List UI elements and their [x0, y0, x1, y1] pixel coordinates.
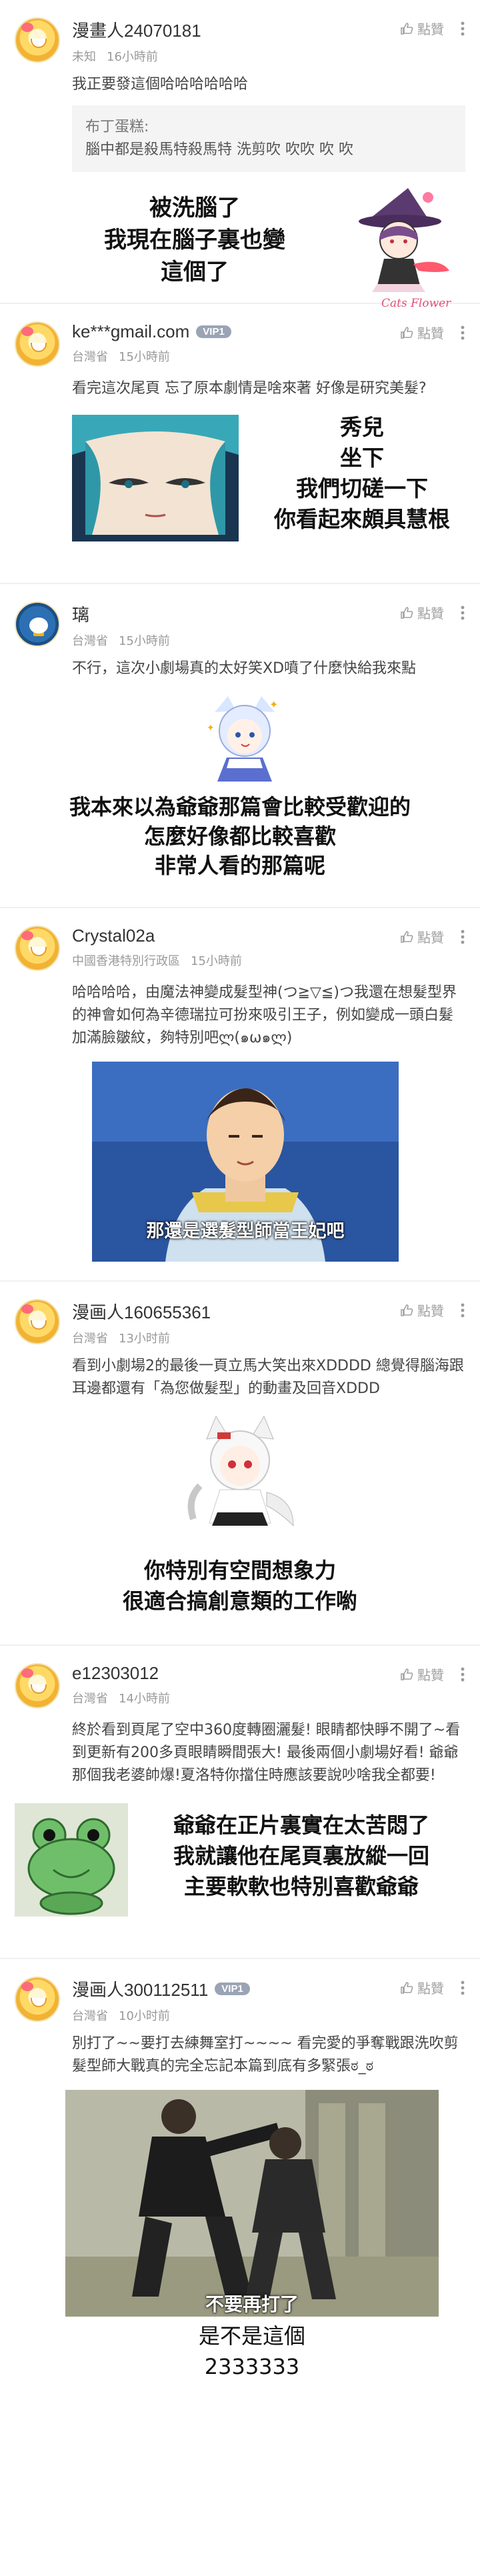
username[interactable]: e12303012	[72, 1663, 159, 1684]
timestamp: 14小時前	[119, 1692, 170, 1706]
svg-text:✦: ✦	[207, 723, 215, 734]
meme-image[interactable]: ✦ ✦ 我本來以為爺爺那篇會比較受歡迎的 怎麼好像都比較喜歡 非常人看的那篇呢	[15, 692, 465, 886]
more-options-icon[interactable]	[460, 325, 465, 340]
like-label: 點贊	[417, 21, 444, 37]
user-avatar[interactable]	[15, 1977, 60, 2022]
timestamp: 16小時前	[107, 50, 158, 64]
user-avatar[interactable]	[15, 321, 60, 367]
like-label: 點贊	[417, 1303, 444, 1319]
meme-caption: 你特別有空間想象力 很適合搞創意類的工作喲	[122, 1558, 357, 1614]
user-avatar[interactable]	[15, 601, 60, 647]
meme-image[interactable]: 被洗腦了 我現在腦子裏也變 這個了 Cats Flower	[15, 184, 465, 311]
meme-subtitle: 不要再打了	[205, 2293, 299, 2315]
comment-item: Crystal02a 中國香港特別行政區 15小時前 點贊 哈哈哈哈，由魔法神變成…	[0, 908, 480, 1282]
timestamp: 15小時前	[191, 954, 242, 968]
more-options-icon[interactable]	[460, 1303, 465, 1318]
thumbs-up-icon	[401, 1668, 413, 1680]
thumbs-up-icon	[401, 930, 413, 943]
like-label: 點贊	[417, 1667, 444, 1683]
timestamp: 13小时前	[119, 1332, 170, 1346]
user-avatar[interactable]	[15, 1663, 60, 1708]
like-button[interactable]: 點贊	[400, 19, 444, 38]
username[interactable]: Crystal02a	[72, 926, 155, 946]
witch-girl-sticker: Cats Flower	[359, 188, 451, 310]
timestamp: 15小時前	[119, 634, 170, 648]
more-options-icon[interactable]	[460, 1667, 465, 1682]
more-options-icon[interactable]	[460, 930, 465, 944]
thumbs-up-icon	[401, 1304, 413, 1316]
meme-image[interactable]: 你特別有空間想象力 很適合搞創意類的工作喲	[15, 1412, 465, 1632]
meme-image[interactable]: 不要再打了 是不是這個 2333333	[65, 2090, 439, 2403]
meme-caption: 秀兒 坐下 我們切磋一下 你看起來頗具慧根	[274, 414, 450, 532]
meme-caption: 被洗腦了 我現在腦子裏也變 這個了	[104, 195, 285, 285]
comment-item: 漫画人300112511 VIP1 台灣省 10小时前 點贊 別打了~~要打去練舞室…	[0, 1959, 480, 2426]
meme-caption: 是不是這個 2333333	[198, 2323, 305, 2379]
thumbs-up-icon	[401, 22, 413, 35]
comment-text: 看完這次尾頁 忘了原本劇情是啥來著 好像是研究美髮?	[72, 380, 427, 397]
username[interactable]: ke***gmail.com	[72, 321, 189, 342]
meme-caption: 我本來以為爺爺那篇會比較受歡迎的 怎麼好像都比較喜歡 非常人看的那篇呢	[69, 794, 411, 878]
svg-text:✦: ✦	[269, 698, 278, 711]
quoted-reply: 布丁蛋糕: 腦中都是殺馬特殺馬特 洗剪吹 吹吹 吹 吹	[72, 105, 465, 172]
quote-text: 腦中都是殺馬特殺馬特 洗剪吹 吹吹 吹 吹	[85, 141, 353, 158]
comment-text: 別打了~~要打去練舞室打~~~~ 看完愛的爭奪戰跟洗吹剪髮型師大戰真的完全忘記本…	[72, 2035, 459, 2075]
quote-author: 布丁蛋糕:	[85, 119, 149, 135]
comment-text: 終於看到頁尾了空中360度轉圈灑髮! 眼睛都快睜不開了~看到更新有200多頁眼睛…	[72, 1722, 461, 1784]
username[interactable]: 璃	[72, 601, 89, 626]
comment-text: 看到小劇場2的最後一頁立馬大笑出來XDDDD 總覺得腦海跟耳邊都還有「為您做髮型…	[72, 1358, 464, 1397]
username[interactable]: 漫畫人24070181	[72, 17, 201, 42]
like-label: 點贊	[417, 1981, 444, 1997]
timestamp: 15小時前	[119, 350, 170, 364]
thumbs-up-icon	[401, 1981, 413, 1994]
fighting-men-photo	[65, 2090, 439, 2317]
like-button[interactable]: 點贊	[400, 927, 444, 946]
location: 台灣省	[72, 634, 108, 648]
thumbs-up-icon	[401, 326, 413, 339]
more-options-icon[interactable]	[460, 21, 465, 36]
meme-image[interactable]: 秀兒 坐下 我們切磋一下 你看起來頗具慧根	[15, 412, 465, 545]
vip-badge: VIP1	[196, 325, 231, 338]
username[interactable]: 漫画人160655361	[72, 1299, 211, 1324]
like-button[interactable]: 點贊	[400, 1300, 444, 1320]
location: 台灣省	[72, 1332, 108, 1346]
timestamp: 10小时前	[119, 2009, 170, 2023]
location: 台灣省	[72, 2009, 108, 2023]
like-label: 點贊	[417, 605, 444, 621]
location: 台灣省	[72, 350, 108, 364]
like-button[interactable]: 點贊	[400, 603, 444, 622]
user-avatar[interactable]	[15, 17, 60, 63]
comment-item: ke***gmail.com VIP1 台灣省 15小時前 點贊 看完這次尾頁 忘了…	[0, 304, 480, 584]
like-button[interactable]: 點贊	[400, 323, 444, 342]
meme-image[interactable]: 爺爺在正片裏實在太苦悶了 我就讓他在尾頁裏放縱一回 主要軟軟也特別喜歡爺爺	[15, 1799, 465, 1919]
meme-caption: 爺爺在正片裏實在太苦悶了 我就讓他在尾頁裏放縱一回 主要軟軟也特別喜歡爺爺	[173, 1812, 429, 1899]
meme-caption: 那還是選髮型師當王妃吧	[146, 1221, 345, 1242]
like-button[interactable]: 點贊	[400, 1978, 444, 1997]
wolf-girl-sticker	[187, 1415, 294, 1527]
more-options-icon[interactable]	[460, 605, 465, 620]
location: 未知	[72, 50, 96, 64]
user-avatar[interactable]	[15, 926, 60, 971]
comment-feed: 漫畫人24070181 未知 16小時前 點贊 我正要發這個哈哈哈哈哈哈 布丁蛋糕…	[0, 0, 480, 2426]
comment-item: e12303012 台灣省 14小時前 點贊 終於看到頁尾了空中360度轉圈灑髮!…	[0, 1646, 480, 1959]
comment-item: 漫畫人24070181 未知 16小時前 點贊 我正要發這個哈哈哈哈哈哈 布丁蛋糕…	[0, 0, 480, 310]
like-label: 點贊	[417, 325, 444, 341]
like-button[interactable]: 點贊	[400, 1664, 444, 1684]
frog-sticker	[15, 1803, 128, 1916]
comment-text: 我正要發這個哈哈哈哈哈哈	[72, 76, 249, 93]
miku-face-sticker	[72, 415, 239, 541]
location: 台灣省	[72, 1692, 108, 1706]
user-avatar[interactable]	[15, 1299, 60, 1344]
vip-badge: VIP1	[215, 1983, 250, 1995]
comment-text: 不行，這次小劇場真的太好笑XD噴了什麼快給我來點	[72, 660, 417, 677]
comment-item: 璃 台灣省 15小時前 點贊 不行，這次小劇場真的太好笑XD噴了什麼快給我來點	[0, 584, 480, 908]
more-options-icon[interactable]	[460, 1981, 465, 1995]
comment-text: 哈哈哈哈，由魔法神變成髮型神(つ≧▽≦)つ我還在想髮型界的神會如何為辛德瑞拉可扮…	[72, 984, 457, 1046]
chibi-girl-sticker: ✦✦	[207, 696, 278, 782]
meme-image[interactable]: 那還是選髮型師當王妃吧	[92, 1062, 399, 1262]
like-label: 點贊	[417, 930, 444, 946]
comment-item: 漫画人160655361 台灣省 13小时前 點贊 看到小劇場2的最後一頁立馬大笑…	[0, 1282, 480, 1646]
location: 中國香港特別行政區	[72, 954, 180, 968]
thumbs-up-icon	[401, 606, 413, 619]
username[interactable]: 漫画人300112511	[72, 1977, 208, 2001]
